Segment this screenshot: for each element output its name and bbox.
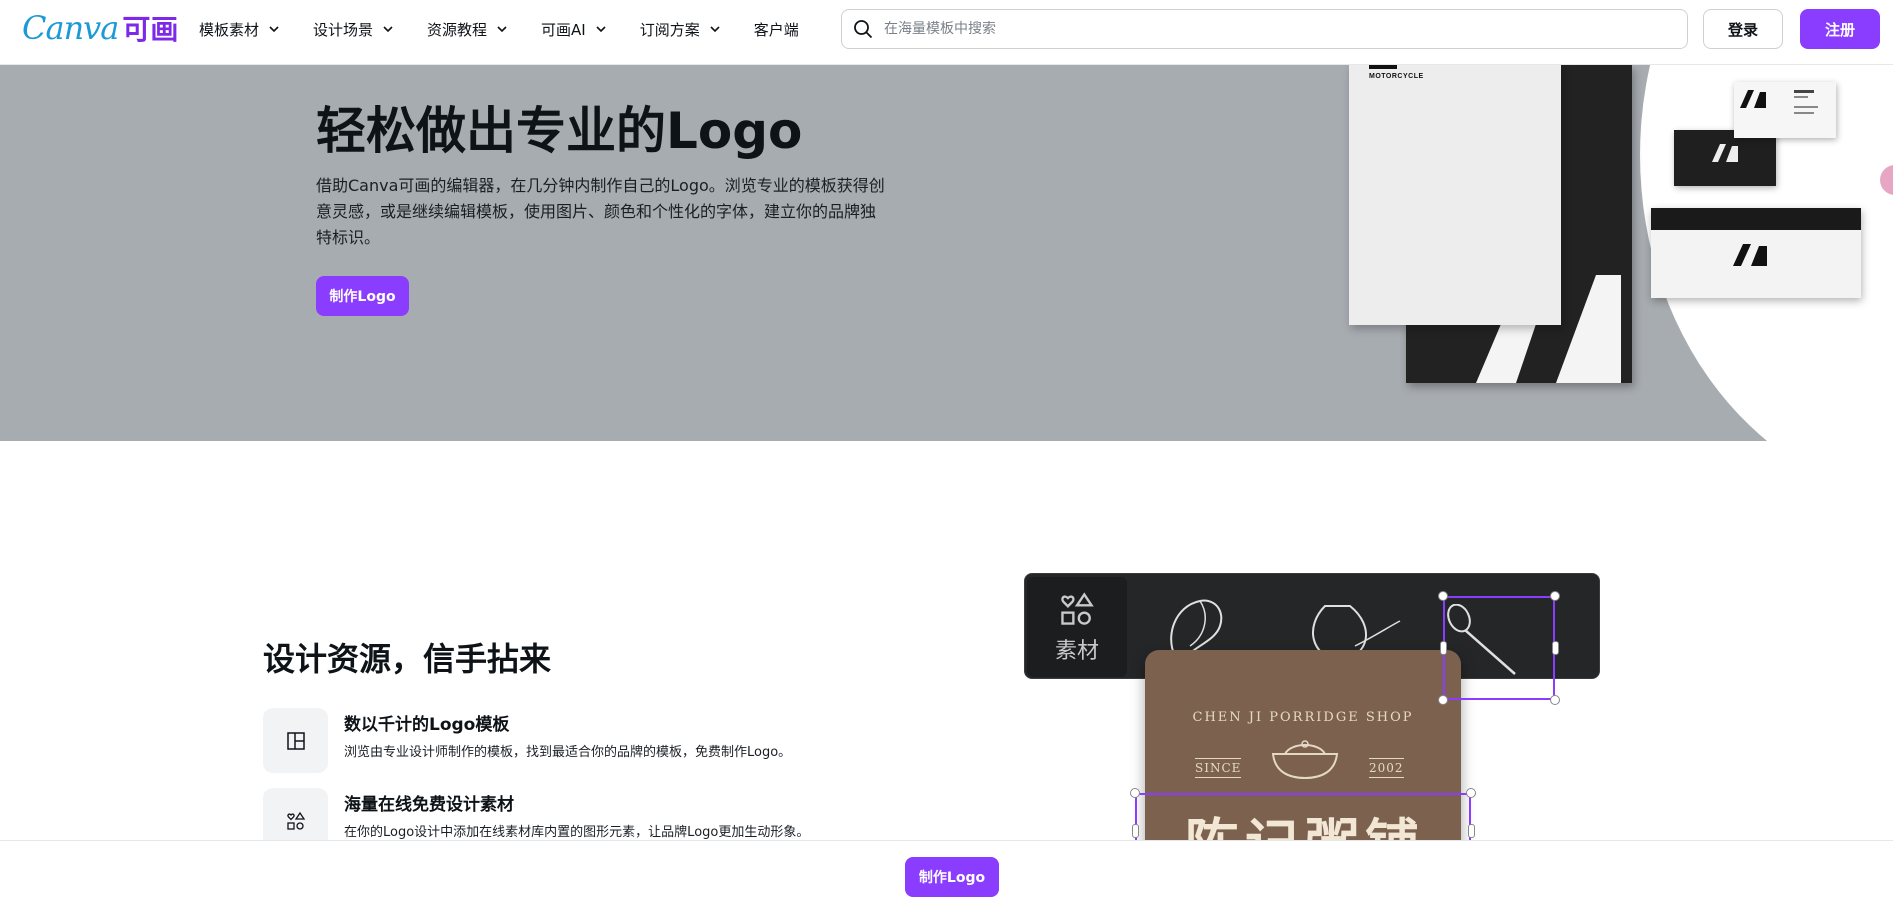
elements-shapes-icon <box>1061 592 1094 625</box>
resize-handle[interactable] <box>1130 788 1140 798</box>
chevron-down-icon <box>383 26 393 33</box>
menu-item-label: 订阅方案 <box>639 20 700 39</box>
side-resize-handle[interactable] <box>1132 824 1139 838</box>
template-layout-icon <box>286 731 305 750</box>
menu-item-label: 客户端 <box>753 20 799 39</box>
hero-title: 轻松做出专业的Logo <box>316 102 803 160</box>
search-bar[interactable] <box>841 9 1688 49</box>
feature-description: 在你的Logo设计中添加在线素材库内置的图形元素，让品牌Logo更加生动形象。 <box>344 825 810 840</box>
elements-shapes-icon <box>286 811 305 830</box>
chevron-down-icon <box>269 26 279 33</box>
brand-mark-icon <box>1651 208 1861 266</box>
resize-handle[interactable] <box>1466 788 1476 798</box>
brand-mark-icon <box>1712 144 1738 162</box>
menu-item-design-scenes[interactable]: 设计场景 <box>313 19 395 40</box>
mockup-business-card-dark <box>1674 130 1776 186</box>
main-menu: 模板素材 设计场景 资源教程 可画AI 订阅方案 客户端 <box>199 0 831 58</box>
elements-tab-label: 素材 <box>1054 639 1099 664</box>
menu-item-label: 可画AI <box>541 20 586 39</box>
porridge-pot-illustration <box>1271 740 1339 780</box>
logo-wordmark: Canva <box>22 9 119 47</box>
mockup-business-card-light <box>1734 82 1836 138</box>
feature-item-templates: 数以千计的Logo模板 浏览由专业设计师制作的模板，找到最适合你的品牌的模板，免… <box>263 708 791 773</box>
register-button[interactable]: 注册 <box>1800 9 1880 49</box>
selection-frame-spoon[interactable] <box>1443 596 1555 700</box>
make-logo-button[interactable]: 制作Logo <box>316 276 409 316</box>
chevron-down-icon <box>596 26 606 33</box>
login-button[interactable]: 登录 <box>1703 9 1783 49</box>
poster-since: SINCE <box>1195 758 1242 778</box>
menu-item-label: 模板素材 <box>199 20 260 39</box>
resize-handle[interactable] <box>1550 591 1560 601</box>
feature-title: 海量在线免费设计素材 <box>344 795 514 815</box>
poster-shop-name: CHEN JI PORRIDGE SHOP <box>1192 710 1414 725</box>
mockup-letterhead: MOTORCYCLE <box>1349 65 1561 325</box>
chevron-down-icon <box>710 26 720 33</box>
section-title: 设计资源，信手拈来 <box>263 640 552 678</box>
menu-item-ai[interactable]: 可画AI <box>541 19 608 40</box>
brand-mark-icon <box>1369 65 1397 69</box>
mockup-brand-label: MOTORCYCLE <box>1369 73 1424 80</box>
menu-item-resources[interactable]: 资源教程 <box>427 19 509 40</box>
menu-item-pricing[interactable]: 订阅方案 <box>640 19 722 40</box>
hero-section: 轻松做出专业的Logo 借助Canva可画的编辑器，在几分钟内制作自己的Logo… <box>0 65 1893 441</box>
top-navigation: Canva 可画 模板素材 设计场景 资源教程 可画AI 订阅方案 客户端 在海… <box>0 0 1893 65</box>
chevron-down-icon <box>497 26 507 33</box>
feature-icon-box <box>263 708 328 773</box>
brand-mark-icon <box>1740 90 1818 114</box>
menu-item-client[interactable]: 客户端 <box>754 19 799 40</box>
side-resize-handle[interactable] <box>1468 824 1475 838</box>
resize-handle[interactable] <box>1438 591 1448 601</box>
resize-handle[interactable] <box>1550 695 1560 705</box>
hero-description: 借助Canva可画的编辑器，在几分钟内制作自己的Logo。浏览专业的模板获得创意… <box>316 176 885 247</box>
mockup-envelope <box>1651 208 1861 298</box>
make-logo-sticky-button[interactable]: 制作Logo <box>905 857 999 897</box>
side-resize-handle[interactable] <box>1552 641 1559 655</box>
search-icon <box>854 20 873 39</box>
feature-title: 数以千计的Logo模板 <box>344 715 510 735</box>
logo-chinese-wordmark: 可画 <box>122 13 179 46</box>
canva-logo[interactable]: Canva 可画 <box>22 8 178 48</box>
resize-handle[interactable] <box>1438 695 1448 705</box>
menu-item-templates[interactable]: 模板素材 <box>199 19 281 40</box>
feature-description: 浏览由专业设计师制作的模板，找到最适合你的品牌的模板，免费制作Logo。 <box>344 745 792 760</box>
poster-year: 2002 <box>1369 758 1404 778</box>
menu-item-label: 设计场景 <box>313 20 374 39</box>
elements-tab[interactable]: 素材 <box>1027 577 1127 677</box>
sticky-bottom-bar: 制作Logo <box>0 840 1893 908</box>
search-input[interactable] <box>884 11 1687 47</box>
menu-item-label: 资源教程 <box>427 20 488 39</box>
side-resize-handle[interactable] <box>1440 641 1447 655</box>
